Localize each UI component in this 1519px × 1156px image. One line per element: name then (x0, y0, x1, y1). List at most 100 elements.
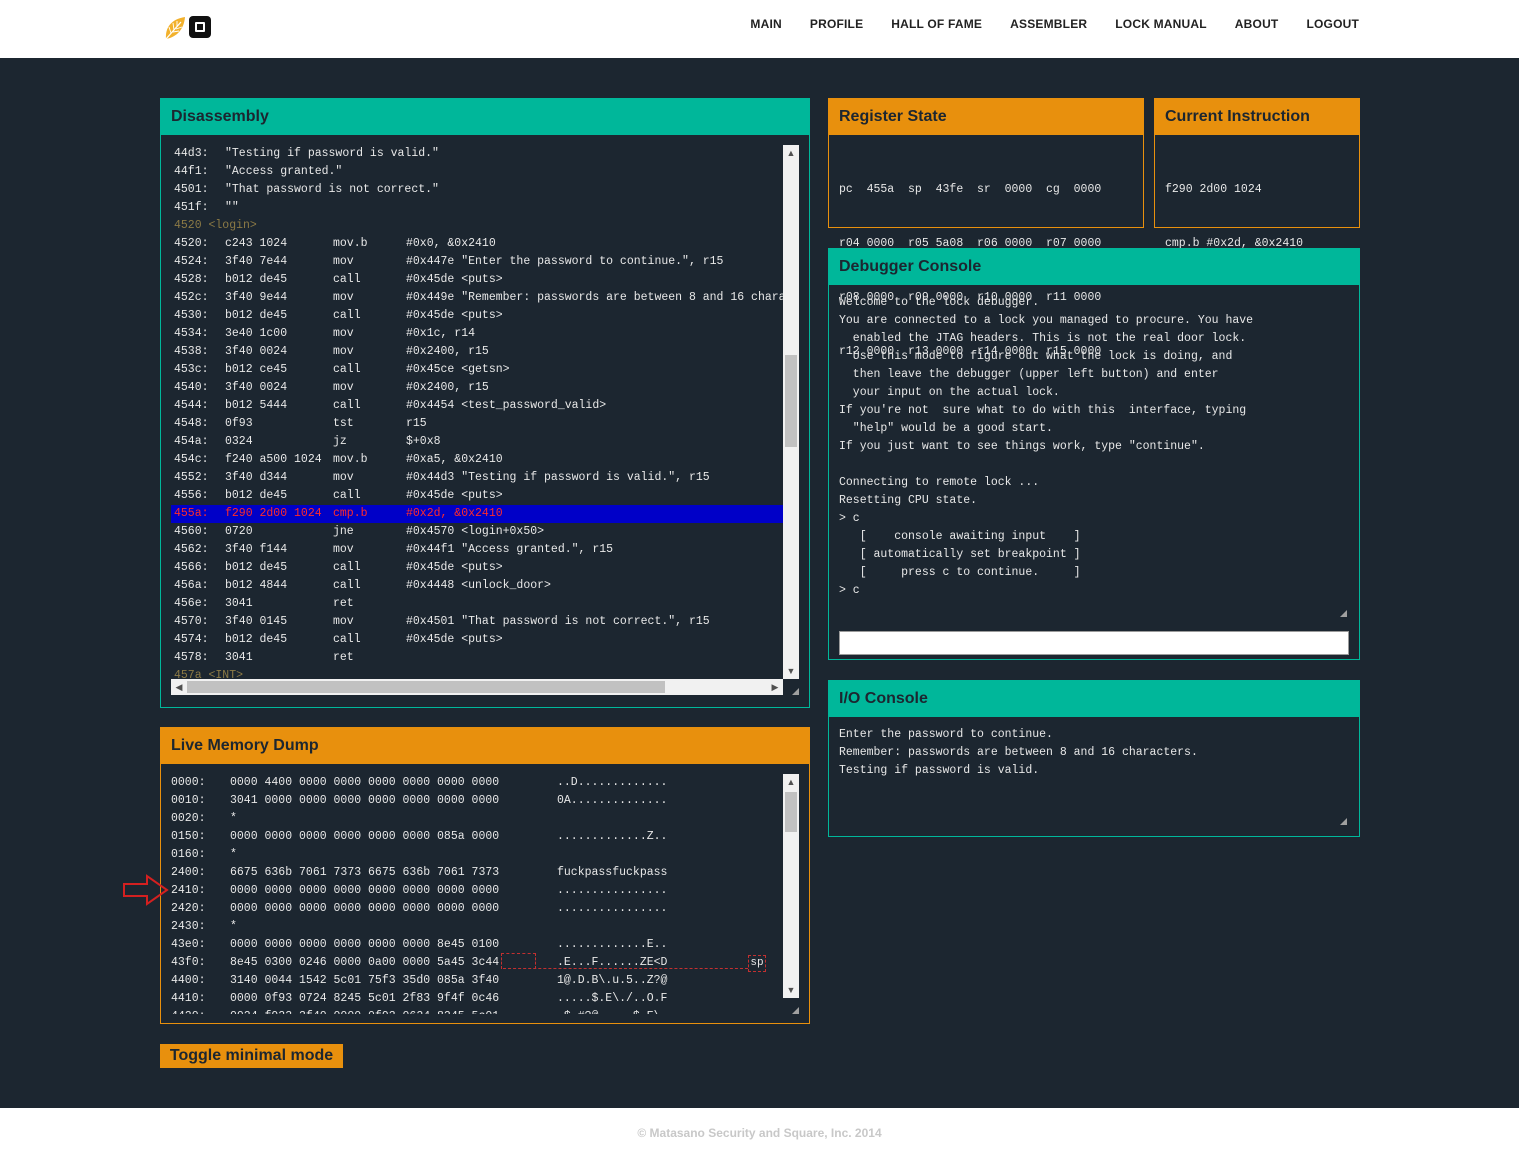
disassembly-row[interactable]: 4562: 3f40 f144 mov #0x44f1 "Access granted… (171, 541, 799, 559)
disassembly-cell: 3e40 1c00 (225, 327, 288, 340)
memory-row: 0000: 0000 4400 0000 0000 0000 0000 0000 … (171, 774, 781, 792)
disassembly-row[interactable]: 456e: 3041 ret (171, 595, 799, 613)
disassembly-row[interactable]: 453c: b012 ce45 call #0x45ce <getsn> (171, 361, 799, 379)
disassembly-row[interactable]: 4560: 0720 jne #0x4570 <login+0x50> (171, 523, 799, 541)
disassembly-cell: 455a: (174, 507, 209, 520)
memory-hex: * (230, 812, 237, 825)
site-logo[interactable] (163, 14, 215, 44)
highlight-box (501, 953, 536, 969)
disassembly-row[interactable]: 4544: b012 5444 call #0x4454 <test_password… (171, 397, 799, 415)
nav-main[interactable]: MAIN (750, 17, 781, 31)
resize-handle-icon[interactable] (791, 687, 799, 695)
scrollbar-thumb[interactable] (785, 355, 797, 447)
console-line: "help" would be a good start. (839, 422, 1053, 435)
disassembly-row[interactable]: 4534: 3e40 1c00 mov #0x1c, r14 (171, 325, 799, 343)
resize-handle-icon[interactable] (1339, 817, 1347, 825)
register-state-title: Register State (829, 99, 1143, 135)
disassembly-cell: 4574: (174, 633, 209, 646)
disassembly-vertical-scrollbar[interactable]: ▲ ▼ (783, 145, 799, 679)
disassembly-cell: "Access granted." (225, 165, 343, 178)
disassembly-cell: "That password is not correct." (225, 183, 439, 196)
io-console-panel: I/O Console Enter the password to contin… (828, 680, 1360, 837)
disassembly-row[interactable]: 454a: 0324 jz $+0x8 (171, 433, 799, 451)
function-label-row[interactable]: 4520 <login> (171, 217, 799, 235)
disassembly-row[interactable]: 4524: 3f40 7e44 mov #0x447e "Enter the pass… (171, 253, 799, 271)
scrollbar-thumb[interactable] (785, 792, 797, 832)
scrollbar-thumb[interactable] (187, 681, 665, 693)
copyright-text: © Matasano Security and Square, Inc. 201… (637, 1126, 882, 1140)
scroll-down-arrow-icon[interactable]: ▼ (783, 663, 799, 679)
disassembly-cell: b012 de45 (225, 273, 288, 286)
memory-address: 2430: (171, 920, 206, 933)
disassembly-row[interactable]: 4501: "That password is not correct." (171, 181, 799, 199)
scroll-up-arrow-icon[interactable]: ▲ (783, 774, 799, 790)
memory-hex: 8e45 0300 0246 0000 0a00 0000 5a45 3c44 (230, 956, 500, 969)
memory-ascii: ................ (557, 884, 668, 897)
console-line: enabled the JTAG headers. This is not th… (839, 332, 1247, 345)
scroll-down-arrow-icon[interactable]: ▼ (783, 982, 799, 998)
disassembly-cell: 3f40 d344 (225, 471, 288, 484)
memory-hex: 0000 0000 0000 0000 0000 0000 8e45 0100 (230, 938, 500, 951)
disassembly-cell: call (333, 363, 361, 376)
nav-assembler[interactable]: ASSEMBLER (1010, 17, 1087, 31)
disassembly-row[interactable]: 4578: 3041 ret (171, 649, 799, 667)
disassembly-cell: 454c: (174, 453, 209, 466)
disassembly-cell: r15 (406, 417, 427, 430)
disassembly-horizontal-scrollbar[interactable]: ◀ ▶ (171, 679, 783, 695)
disassembly-row[interactable]: 4540: 3f40 0024 mov #0x2400, r15 (171, 379, 799, 397)
disassembly-cell: #0x44f1 "Access granted.", r15 (406, 543, 614, 556)
scroll-left-arrow-icon[interactable]: ◀ (171, 679, 187, 695)
nav-hall-of-fame[interactable]: HALL OF FAME (891, 17, 982, 31)
resize-handle-icon[interactable] (1339, 609, 1347, 617)
disassembly-row[interactable]: 44d3: "Testing if password is valid." (171, 145, 799, 163)
resize-handle-icon[interactable] (791, 1006, 799, 1014)
current-instruction-row[interactable]: 455a: f290 2d00 1024 cmp.b #0x2d, &0x2410 (171, 505, 799, 523)
console-line: Connecting to remote lock ... (839, 476, 1040, 489)
disassembly-cell: 4548: (174, 417, 209, 430)
memory-vertical-scrollbar[interactable]: ▲ ▼ (783, 774, 799, 998)
memory-row: 43e0: 0000 0000 0000 0000 0000 0000 8e45 … (171, 936, 781, 954)
memory-address: 2420: (171, 902, 206, 915)
disassembly-listing[interactable]: 44d3: "Testing if password is valid." 44f1… (171, 145, 799, 695)
nav-logout[interactable]: LOGOUT (1306, 17, 1359, 31)
disassembly-row[interactable]: 454c: f240 a500 1024 mov.b #0xa5, &0x2410 (171, 451, 799, 469)
memory-row: 2420: 0000 0000 0000 0000 0000 0000 0000 … (171, 900, 781, 918)
scroll-right-arrow-icon[interactable]: ▶ (767, 679, 783, 695)
debugger-command-input[interactable] (839, 631, 1349, 655)
disassembly-row[interactable]: 4574: b012 de45 call #0x45de <puts> (171, 631, 799, 649)
disassembly-cell: 0f93 (225, 417, 253, 430)
disassembly-cell: #0x1c, r14 (406, 327, 476, 340)
memory-hex: 0000 0f93 0724 8245 5c01 2f83 9f4f 0c46 (230, 992, 500, 1005)
memory-listing[interactable]: 0000: 0000 4400 0000 0000 0000 0000 0000 … (171, 774, 781, 1014)
nav-profile[interactable]: PROFILE (810, 17, 863, 31)
disassembly-cell: f240 a500 1024 (225, 453, 322, 466)
disassembly-cell: call (333, 561, 361, 574)
disassembly-row[interactable]: 4570: 3f40 0145 mov #0x4501 "That password … (171, 613, 799, 631)
red-arrow-annotation-icon (123, 874, 169, 906)
toggle-minimal-mode-button[interactable]: Toggle minimal mode (160, 1044, 343, 1068)
memory-address: 4400: (171, 974, 206, 987)
console-line: then leave the debugger (upper left butt… (839, 368, 1219, 381)
console-line: Testing if password is valid. (839, 764, 1040, 777)
disassembly-cell: call (333, 273, 361, 286)
disassembly-row[interactable]: 451f: "" (171, 199, 799, 217)
disassembly-cell: b012 ce45 (225, 363, 288, 376)
disassembly-row[interactable]: 452c: 3f40 9e44 mov #0x449e "Remember: pass… (171, 289, 799, 307)
disassembly-row[interactable]: 4556: b012 de45 call #0x45de <puts> (171, 487, 799, 505)
disassembly-row[interactable]: 4520: c243 1024 mov.b #0x0, &0x2410 (171, 235, 799, 253)
memory-ascii: .............E.. (557, 938, 668, 951)
disassembly-row[interactable]: 44f1: "Access granted." (171, 163, 799, 181)
console-line: Use this mode to figure out what the loc… (839, 350, 1233, 363)
disassembly-row[interactable]: 4552: 3f40 d344 mov #0x44d3 "Testing if pas… (171, 469, 799, 487)
disassembly-row[interactable]: 456a: b012 4844 call #0x4448 <unlock_door> (171, 577, 799, 595)
disassembly-row[interactable]: 4548: 0f93 tst r15 (171, 415, 799, 433)
disassembly-row[interactable]: 4528: b012 de45 call #0x45de <puts> (171, 271, 799, 289)
scroll-up-arrow-icon[interactable]: ▲ (783, 145, 799, 161)
disassembly-row[interactable]: 4530: b012 de45 call #0x45de <puts> (171, 307, 799, 325)
disassembly-row[interactable]: 4538: 3f40 0024 mov #0x2400, r15 (171, 343, 799, 361)
disassembly-row[interactable]: 4566: b012 de45 call #0x45de <puts> (171, 559, 799, 577)
register-row: pc 455a sp 43fe sr 0000 cg 0000 (839, 183, 1102, 196)
nav-lock-manual[interactable]: LOCK MANUAL (1115, 17, 1207, 31)
nav-about[interactable]: ABOUT (1235, 17, 1279, 31)
disassembly-cell: 4528: (174, 273, 209, 286)
